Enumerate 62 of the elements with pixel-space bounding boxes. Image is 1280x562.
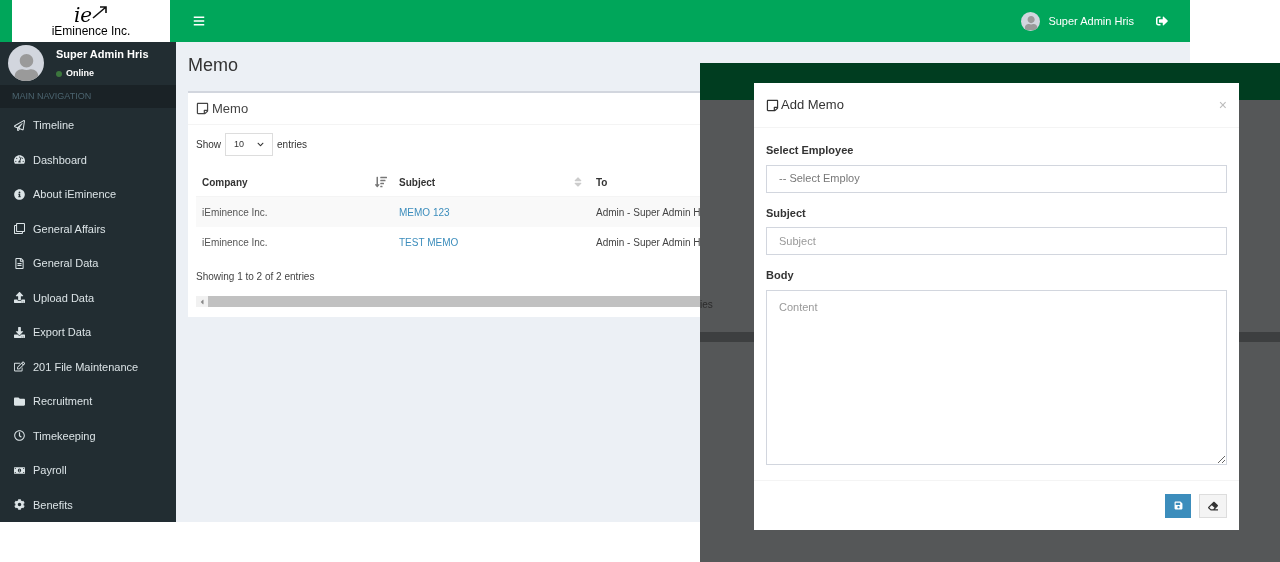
- modal-title: Add Memo: [781, 96, 844, 115]
- copy-icon: [14, 223, 25, 235]
- nav-item[interactable]: General Data: [0, 246, 176, 281]
- save-button[interactable]: [1165, 493, 1191, 518]
- table-cell-text: Admin - Super Admin H: [595, 235, 702, 250]
- table-cell-text: iEminence Inc.: [201, 235, 269, 250]
- note-icon: [196, 102, 209, 115]
- body-field[interactable]: Content: [766, 289, 1227, 465]
- eraser-icon: [1208, 500, 1218, 511]
- nav-item[interactable]: General Affairs: [0, 211, 176, 246]
- nav-item[interactable]: Benefits: [0, 487, 176, 522]
- scroll-left-icon[interactable]: [198, 297, 206, 306]
- sign-out-icon[interactable]: [1156, 15, 1168, 27]
- info-icon: [14, 188, 25, 200]
- column-header[interactable]: Company: [196, 168, 393, 196]
- clock-icon: [14, 430, 25, 442]
- nav-item[interactable]: Dashboard: [0, 142, 176, 177]
- field-label: Subject: [766, 205, 807, 221]
- download-icon: [14, 326, 25, 338]
- nav-item[interactable]: About iEminence: [0, 177, 176, 212]
- save-icon: [1173, 501, 1183, 510]
- clear-button[interactable]: [1199, 493, 1227, 518]
- nav-item[interactable]: Recruitment: [0, 384, 176, 419]
- entries-select[interactable]: 10: [225, 133, 273, 156]
- nav-item[interactable]: Timeline: [0, 108, 176, 143]
- table-cell-text: iEminence Inc.: [201, 205, 269, 220]
- column-header[interactable]: Subject: [393, 168, 590, 196]
- menu-icon[interactable]: [193, 15, 205, 27]
- nav-item[interactable]: Payroll: [0, 453, 176, 488]
- card-title: Memo: [212, 99, 249, 118]
- logo[interactable]: ie iEminence Inc.: [12, 0, 170, 42]
- folder-icon: [14, 395, 25, 407]
- edit-icon: [14, 361, 25, 373]
- subject-field[interactable]: Subject: [766, 227, 1227, 255]
- file-icon: [14, 257, 25, 269]
- money-icon: [14, 464, 25, 476]
- employee-select[interactable]: -- Select Employ: [766, 164, 1227, 193]
- subject-link[interactable]: TEST MEMO: [393, 234, 590, 250]
- page-title: Memo: [188, 54, 239, 77]
- user-avatar: [1021, 11, 1041, 31]
- sort-icon[interactable]: [375, 176, 387, 188]
- paper-plane-icon: [14, 119, 25, 131]
- nav-item[interactable]: 201 File Maintenance: [0, 349, 176, 384]
- user-name: Super Admin Hris: [56, 47, 149, 63]
- nav-item[interactable]: Export Data: [0, 315, 176, 350]
- nav-item[interactable]: Timekeeping: [0, 418, 176, 453]
- chevron-icon: [257, 141, 264, 148]
- entries-label: entries: [277, 138, 308, 152]
- status-text: Online: [66, 66, 94, 80]
- nav-header: MAIN NAVIGATION: [12, 89, 92, 103]
- user-avatar: [8, 45, 44, 82]
- subject-link[interactable]: MEMO 123: [393, 204, 590, 220]
- table-info: Showing 1 to 2 of 2 entries: [196, 270, 315, 284]
- table-cell-text: Admin - Super Admin H: [595, 205, 702, 220]
- show-label: Show: [196, 138, 221, 152]
- field-label: Body: [766, 268, 795, 283]
- field-label: Select Employee: [766, 143, 855, 158]
- note-icon: [766, 98, 779, 112]
- dashboard-icon: [14, 154, 25, 166]
- nav-item[interactable]: Upload Data: [0, 280, 176, 315]
- gear-icon: [14, 499, 25, 511]
- upload-icon: [14, 292, 25, 304]
